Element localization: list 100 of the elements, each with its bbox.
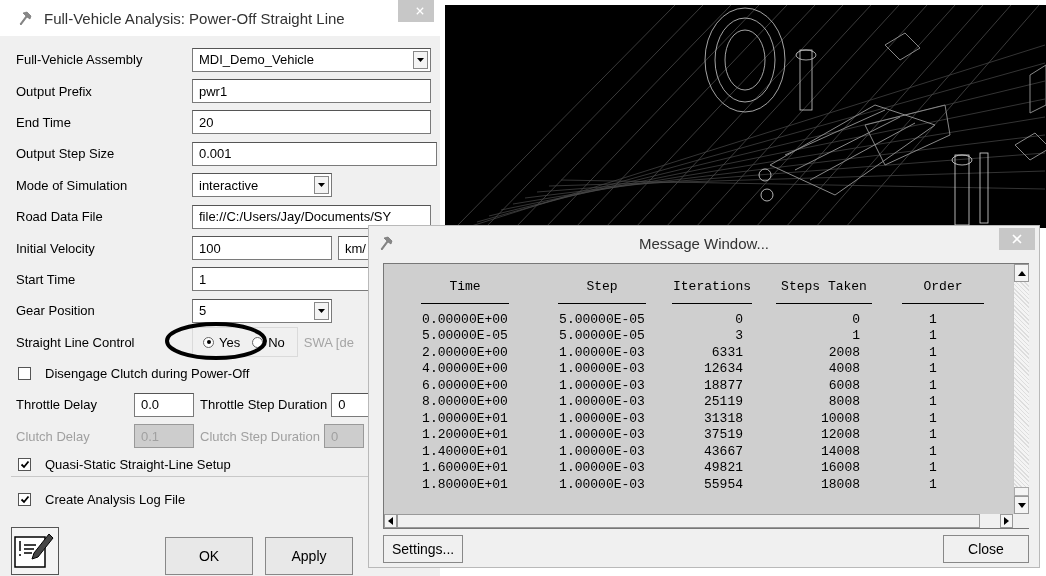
- table-cell: 1.00000E-03: [558, 427, 646, 444]
- checkmark-icon: [19, 459, 30, 469]
- table-cell: 1.20000E+01: [421, 427, 509, 444]
- table-cell: 1.00000E+01: [421, 410, 509, 427]
- scroll-right-button[interactable]: [1000, 514, 1013, 528]
- caret-icon: [317, 182, 326, 189]
- field-label: Clutch Step Duration: [200, 428, 320, 444]
- vertical-scrollbar[interactable]: [1013, 264, 1029, 514]
- table-cell: 1.80000E+01: [421, 476, 509, 493]
- close-icon: [416, 6, 424, 16]
- field-label: Gear Position: [15, 303, 96, 319]
- field-label: SWA [de: [303, 334, 354, 350]
- field-label: Road Data File: [15, 209, 104, 225]
- table-cell-text: 1: [928, 311, 938, 328]
- table-cell-text: 55954: [703, 476, 744, 493]
- table-cell-text: 0: [851, 311, 861, 328]
- column-header: Steps Taken: [780, 279, 868, 296]
- checkbox[interactable]: [18, 457, 31, 471]
- scroll-thumb[interactable]: [1014, 487, 1029, 496]
- window-button[interactable]: Settings...: [383, 535, 464, 563]
- table-cell: 1.00000E-03: [558, 394, 646, 411]
- table-cell: 8.00000E+00: [421, 394, 509, 411]
- checkbox-label: Disengage Clutch during Power-Off: [45, 366, 250, 382]
- scroll-up-button[interactable]: [1014, 264, 1029, 282]
- table-cell: 0.00000E+00: [421, 311, 509, 328]
- table-cell-text: 16008: [820, 460, 861, 477]
- table-cell-text: 1: [928, 361, 938, 378]
- scroll-thumb[interactable]: [397, 514, 980, 528]
- scroll-down-button[interactable]: [1014, 496, 1029, 514]
- table-cell: 5.00000E-05: [558, 328, 646, 345]
- table-cell-text: 1: [928, 476, 938, 493]
- caret-icon: [317, 307, 326, 314]
- field-label: Output Step Size: [15, 146, 116, 162]
- table-cell: 1.00000E-03: [558, 377, 646, 394]
- table-cell-text: 31318: [703, 410, 744, 427]
- text-field[interactable]: pwr1: [192, 79, 431, 104]
- text-field[interactable]: 0.001: [192, 141, 437, 166]
- dropdown[interactable]: 5: [192, 298, 332, 323]
- radio-button[interactable]: [252, 336, 264, 348]
- horizontal-scrollbar[interactable]: [383, 514, 1029, 529]
- table-cell-text: 1: [928, 394, 938, 411]
- table-cell: 1.00000E-03: [558, 344, 646, 361]
- down-arrow-icon: [1017, 502, 1026, 508]
- table-cell-text: 12634: [703, 361, 744, 378]
- radio-button[interactable]: [203, 336, 214, 348]
- right-arrow-icon: [1004, 517, 1009, 525]
- table-cell-text: 4008: [827, 361, 861, 378]
- table-cell: 5.00000E-05: [558, 311, 646, 328]
- scroll-left-button[interactable]: [384, 514, 397, 528]
- table-cell-text: 3: [734, 328, 744, 345]
- table-cell-text: 12008: [820, 427, 861, 444]
- table-cell-text: 1: [928, 328, 938, 345]
- table-cell-text: 1: [928, 427, 938, 444]
- table-cell: 1.00000E-03: [558, 410, 646, 427]
- table-cell: 1.40000E+01: [421, 443, 509, 460]
- table-cell-text: 43667: [703, 443, 744, 460]
- dropdown[interactable]: interactive: [192, 173, 332, 198]
- text-field[interactable]: 20: [192, 110, 431, 135]
- column-header: Time: [448, 279, 482, 296]
- radio-option[interactable]: No: [252, 334, 291, 350]
- table-cell: 1.00000E-03: [558, 361, 646, 378]
- checkmark-icon: [19, 495, 30, 505]
- table-cell-text: 37519: [703, 427, 744, 444]
- checkbox[interactable]: [18, 493, 31, 507]
- table-cell-text: 18008: [820, 476, 861, 493]
- column-header: Order: [922, 279, 964, 296]
- column-header: Iterations: [672, 279, 752, 296]
- field-label: Mode of Simulation: [15, 177, 129, 193]
- text-field[interactable]: 100: [192, 236, 332, 261]
- field-label: Throttle Step Duration: [200, 397, 328, 413]
- text-field[interactable]: file://C:/Users/Jay/Documents/SY: [192, 204, 431, 229]
- caret-icon: [416, 56, 425, 63]
- text-field[interactable]: 0.0: [134, 393, 194, 417]
- table-cell-text: 14008: [820, 443, 861, 460]
- window-title: Message Window...: [638, 234, 770, 252]
- table-cell: 1.00000E-03: [558, 476, 646, 493]
- checkbox-label: Create Analysis Log File: [45, 492, 186, 508]
- table-cell-text: 1: [928, 443, 938, 460]
- window-button[interactable]: Close: [943, 535, 1029, 563]
- table-cell-text: 1: [928, 460, 938, 477]
- dialog-button[interactable]: Apply: [265, 537, 353, 576]
- table-cell-text: 2008: [827, 344, 861, 361]
- checkbox-label: Quasi-Static Straight-Line Setup: [45, 456, 231, 472]
- table-cell-text: 49821: [703, 460, 744, 477]
- checkbox[interactable]: [18, 367, 31, 381]
- table-cell: 2.00000E+00: [421, 344, 509, 361]
- table-cell: 1.60000E+01: [421, 460, 509, 477]
- table-cell-text: 1: [851, 328, 861, 345]
- field-label: Straight Line Control: [15, 334, 136, 350]
- window-title: Full-Vehicle Analysis: Power-Off Straight Line: [44, 9, 345, 27]
- column-header: Step: [585, 279, 619, 296]
- log-file-button[interactable]: [11, 527, 59, 576]
- table-cell-text: 0: [734, 311, 744, 328]
- dialog-button[interactable]: OK: [165, 537, 253, 576]
- up-arrow-icon: [1017, 270, 1026, 276]
- field-label: Clutch Delay: [15, 428, 91, 444]
- radio-option[interactable]: Yes: [203, 334, 247, 350]
- table-cell-text: 1: [928, 344, 938, 361]
- dropdown[interactable]: MDI_Demo_Vehicle: [192, 47, 431, 72]
- field-label: End Time: [15, 114, 72, 130]
